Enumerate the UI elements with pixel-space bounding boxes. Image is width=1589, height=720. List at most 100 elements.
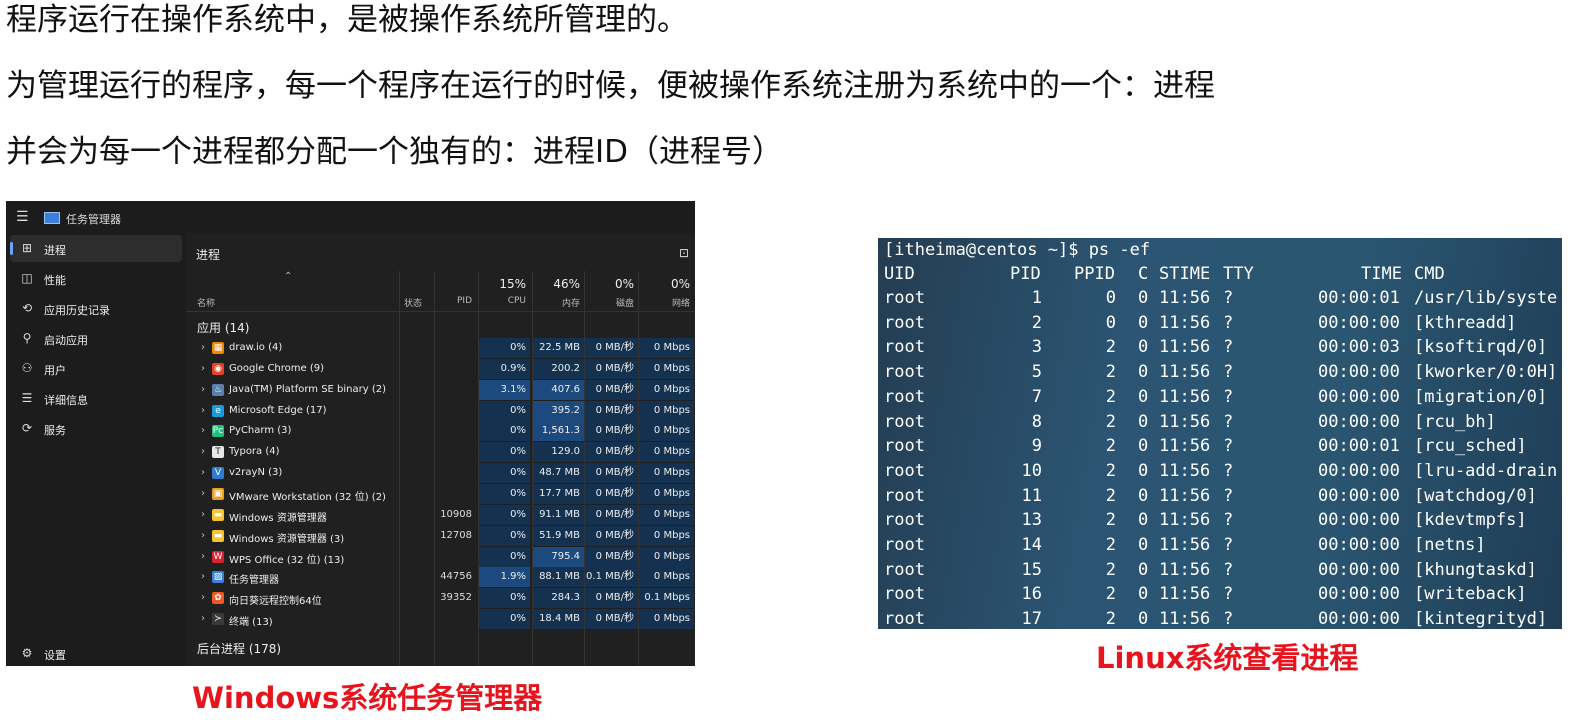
memory-usage-percent: 46% bbox=[553, 277, 580, 291]
process-row[interactable]: › ♨ Java(TM) Platform SE binary (2) 3.1% 407… bbox=[186, 379, 695, 415]
row-c: 0 bbox=[1138, 584, 1149, 605]
process-row[interactable]: › T Typora (4) 0%129.0 MB0 MB/秒0 Mbps bbox=[186, 442, 695, 477]
sidebar-item[interactable]: ☰ 详细信息 bbox=[10, 385, 182, 412]
header-pid: PID bbox=[1010, 264, 1041, 284]
expand-chevron-icon[interactable]: › bbox=[201, 363, 205, 374]
sidebar-item[interactable]: ⚇ 用户 bbox=[10, 355, 182, 382]
row-cmd: [writeback] bbox=[1414, 584, 1527, 605]
process-name: v2rayN (3) bbox=[229, 467, 283, 479]
header-uid: UID bbox=[884, 264, 915, 284]
row-ppid: 2 bbox=[1105, 510, 1116, 531]
sidebar-item[interactable]: ⚲ 启动应用 bbox=[10, 325, 182, 352]
process-memory: 88.1 MB bbox=[533, 567, 584, 588]
row-pid: 15 bbox=[1021, 559, 1042, 580]
expand-chevron-icon[interactable]: › bbox=[201, 384, 205, 395]
column-network[interactable]: 网络 bbox=[640, 296, 690, 309]
group-background-processes[interactable]: 后台进程 (178) bbox=[197, 640, 281, 657]
expand-chevron-icon[interactable]: › bbox=[201, 530, 205, 541]
users-icon: ⚇ bbox=[21, 361, 33, 375]
process-memory: 51.9 MB bbox=[533, 525, 584, 546]
group-apps[interactable]: 应用 (14) bbox=[197, 319, 249, 336]
process-row[interactable]: › e Microsoft Edge (17) 0%395.2 MB0 MB/秒0 M… bbox=[186, 400, 695, 436]
row-cmd: /usr/lib/syste bbox=[1414, 288, 1558, 308]
terminal-process-row: root 15 2 0 11:56? 00:00:00 [khungtaskd] bbox=[884, 558, 1562, 582]
column-memory[interactable]: 内存 bbox=[534, 296, 580, 309]
process-network: 0 Mbps bbox=[639, 525, 694, 546]
process-network: 0 Mbps bbox=[639, 400, 694, 421]
expand-chevron-icon[interactable]: › bbox=[201, 425, 205, 436]
hamburger-menu-icon[interactable]: ☰ bbox=[16, 210, 30, 224]
header-ppid: PPID bbox=[1074, 264, 1115, 284]
process-name: 向日葵远程控制64位 bbox=[229, 596, 322, 608]
process-row[interactable]: › ◉ Google Chrome (9) 0.9%200.2 MB0 MB/秒0 M… bbox=[186, 358, 695, 394]
expand-chevron-icon[interactable]: › bbox=[201, 613, 205, 624]
process-row[interactable]: › ≻ 终端 (13) 0% 18.4 MB 0 MB/秒 0 Mbps bbox=[186, 609, 695, 630]
task-manager-app-icon bbox=[44, 212, 60, 224]
sidebar-item[interactable]: ◫ 性能 bbox=[10, 265, 182, 292]
process-network: 0 Mbps bbox=[639, 463, 694, 484]
process-pid: 12708 bbox=[440, 529, 472, 541]
process-row[interactable]: › ▦ draw.io (4) 0% 22.5 MB 0 MB/秒 0 Mbps bbox=[186, 338, 695, 359]
column-name[interactable]: 名称 bbox=[197, 296, 215, 309]
startup-icon: ⚲ bbox=[22, 331, 32, 345]
row-pid: 16 bbox=[1021, 584, 1042, 605]
process-row[interactable]: › ▬ Windows 资源管理器 10908 0% 91.1 MB 0 MB/秒 0 Mbp… bbox=[186, 504, 695, 526]
row-c: 0 bbox=[1138, 460, 1149, 481]
row-c: 0 bbox=[1138, 288, 1149, 308]
services-icon: ⟳ bbox=[21, 421, 33, 435]
app-icon: ♨ bbox=[212, 383, 224, 396]
process-cpu: 0% bbox=[479, 421, 530, 442]
process-disk: 0 MB/秒 bbox=[585, 588, 638, 609]
row-pid: 8 bbox=[1031, 411, 1042, 432]
sidebar-item-label: 用户 bbox=[44, 364, 66, 377]
process-disk: 0 MB/秒 bbox=[585, 609, 638, 630]
process-memory: 22.5 MB bbox=[533, 338, 584, 358]
sidebar-item[interactable]: ⊞ 进程 bbox=[10, 235, 182, 262]
row-time: 00:00:00 bbox=[1318, 460, 1400, 481]
expand-chevron-icon[interactable]: › bbox=[201, 446, 205, 457]
sidebar: ⊞ 进程 ◫ 性能 ⟲ 应用历史记录 ⚲ 启动应用 ⚇ 用户 ☰ 详细信息 ⟳ 服务 ⚙ 设置 bbox=[6, 233, 186, 666]
row-ppid: 2 bbox=[1105, 386, 1116, 407]
expand-chevron-icon[interactable]: › bbox=[201, 551, 205, 562]
process-row[interactable]: › ▬ Windows 资源管理器 (3) 12708 0% 51.9 MB 0 MB/秒 0… bbox=[186, 525, 695, 547]
expand-chevron-icon[interactable]: › bbox=[201, 488, 205, 499]
column-pid[interactable]: PID bbox=[432, 296, 472, 306]
sort-arrow-icon[interactable]: ⌃ bbox=[284, 271, 292, 282]
sidebar-item[interactable]: ⟳ 服务 bbox=[10, 415, 182, 442]
process-row[interactable]: › Vv2rayN (3) 0% 48.7 MB 0 MB/秒 0 Mbps bbox=[186, 463, 695, 484]
row-pid: 5 bbox=[1031, 362, 1042, 383]
row-c: 0 bbox=[1138, 510, 1149, 531]
process-row[interactable]: › Pc PyCharm (3) 0%1,561.3 ...0 MB/秒0 Mbps bbox=[186, 421, 695, 456]
row-ppid: 2 bbox=[1105, 535, 1116, 555]
column-disk[interactable]: 磁盘 bbox=[586, 296, 634, 309]
process-pid: 39352 bbox=[440, 592, 472, 604]
row-stime: 11:56 bbox=[1159, 535, 1211, 555]
row-c: 0 bbox=[1138, 609, 1149, 629]
process-row[interactable]: › ▨ 任务管理器 44756 1.9% 88.1 MB 0.1 MB/秒 0 Mbps bbox=[186, 567, 695, 588]
row-uid: root bbox=[884, 288, 925, 308]
process-disk: 0 MB/秒 bbox=[585, 358, 638, 379]
row-c: 0 bbox=[1138, 362, 1149, 383]
row-time: 00:00:00 bbox=[1318, 609, 1400, 629]
process-cpu: 0% bbox=[479, 588, 530, 609]
expand-chevron-icon[interactable]: › bbox=[201, 342, 205, 353]
process-network: 0 Mbps bbox=[639, 483, 694, 504]
run-new-task-icon[interactable]: ⊡ bbox=[679, 246, 689, 260]
column-cpu[interactable]: CPU bbox=[482, 296, 526, 306]
expand-chevron-icon[interactable]: › bbox=[201, 571, 205, 582]
process-cpu: 0.9% bbox=[479, 358, 530, 379]
intro-paragraph-2: 为管理运行的程序，每一个程序在运行的时候，便被操作系统注册为系统中的一个：进程 bbox=[6, 68, 1215, 104]
column-status[interactable]: 状态 bbox=[404, 296, 422, 309]
expand-chevron-icon[interactable]: › bbox=[201, 592, 205, 603]
row-cmd: [kintegrityd] bbox=[1414, 609, 1548, 629]
process-row[interactable]: › W WPS Office (32 位) (13) 0%795.4 MB0 MB/秒… bbox=[186, 546, 695, 582]
process-disk: 0 MB/秒 bbox=[585, 442, 638, 463]
sidebar-item-label: 设置 bbox=[44, 649, 66, 662]
sidebar-item-settings[interactable]: ⚙ 设置 bbox=[10, 640, 182, 666]
process-row[interactable]: › ✿ 向日葵远程控制64位 39352 0%284.3 MB0 MB/秒0.1 Mbp… bbox=[186, 588, 695, 623]
expand-chevron-icon[interactable]: › bbox=[201, 405, 205, 416]
expand-chevron-icon[interactable]: › bbox=[201, 467, 205, 478]
process-row[interactable]: › ▣ VMware Workstation (32 位) (2) 0% 17.7 MB… bbox=[186, 483, 695, 505]
expand-chevron-icon[interactable]: › bbox=[201, 509, 205, 520]
sidebar-item[interactable]: ⟲ 应用历史记录 bbox=[10, 295, 182, 322]
